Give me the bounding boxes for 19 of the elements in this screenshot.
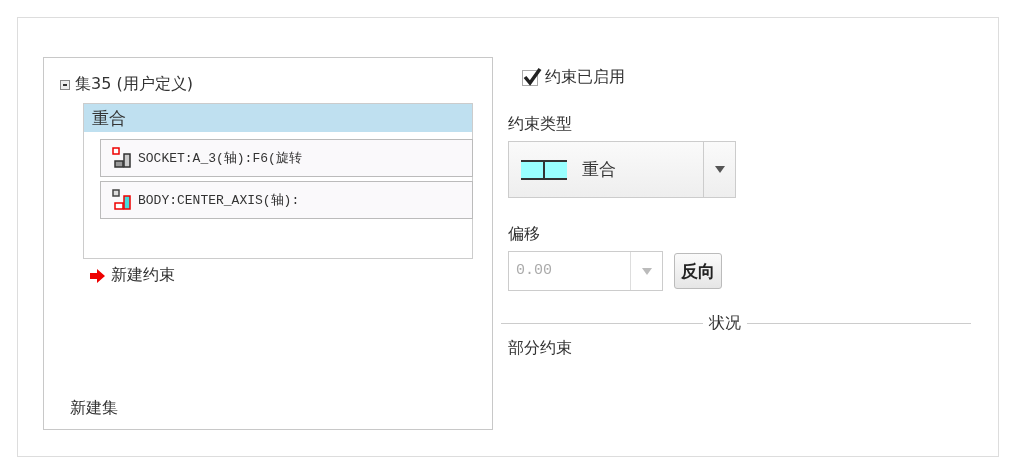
reference-item[interactable]: SOCKET:A_3(轴):F6(旋转 bbox=[100, 139, 473, 177]
coincident-icon bbox=[521, 159, 567, 180]
checkbox-label: 约束已启用 bbox=[545, 67, 625, 88]
block-part-icon bbox=[111, 189, 133, 211]
new-constraint-link[interactable]: 新建约束 bbox=[111, 265, 175, 286]
status-text: 部分约束 bbox=[508, 338, 573, 359]
dropdown-arrow-icon bbox=[641, 267, 652, 275]
constraint-item[interactable]: 重合 bbox=[84, 104, 472, 132]
reference-item[interactable]: BODY:CENTER_AXIS(轴): bbox=[100, 181, 473, 219]
dropdown-arrow-icon bbox=[714, 166, 725, 173]
field-label: 偏移 bbox=[508, 224, 541, 245]
set-label[interactable]: 集35 (用户定义) bbox=[75, 74, 193, 95]
new-set-link[interactable]: 新建集 bbox=[70, 398, 118, 419]
arrow-icon bbox=[89, 268, 105, 283]
section-title: 状况 bbox=[709, 313, 741, 334]
collapse-icon[interactable] bbox=[60, 79, 70, 90]
type-dropdown[interactable]: 重合 bbox=[508, 141, 736, 198]
field-label: 约束类型 bbox=[508, 114, 573, 135]
block-part-icon bbox=[111, 147, 133, 169]
